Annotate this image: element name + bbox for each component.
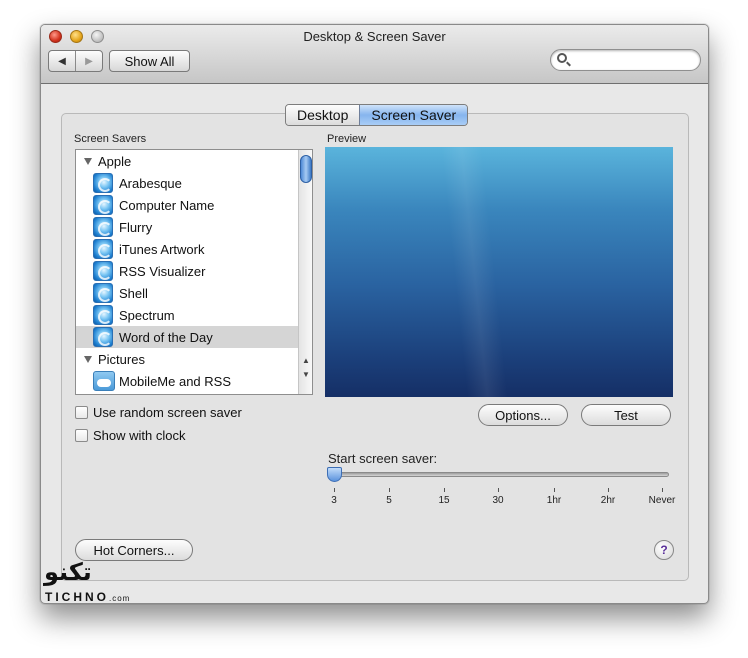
- slider-tick: [554, 488, 555, 492]
- screen-saver-icon: [93, 283, 113, 303]
- list-item-label: iTunes Artwork: [119, 241, 205, 257]
- slider-tick-label: 15: [438, 495, 450, 506]
- show-all-button[interactable]: Show All: [109, 50, 190, 72]
- slider-tick: [662, 488, 663, 492]
- screen-saver-icon: [93, 195, 113, 215]
- disclosure-triangle-icon[interactable]: [84, 157, 92, 165]
- scroll-thumb[interactable]: [300, 155, 312, 183]
- disclosure-triangle-icon[interactable]: [84, 355, 92, 363]
- list-item-label: Spectrum: [119, 307, 175, 323]
- list-item[interactable]: Arabesque: [76, 172, 298, 194]
- slider-tick: [444, 488, 445, 492]
- list-item-label: Arabesque: [119, 175, 182, 191]
- forward-arrow-icon[interactable]: ▶: [76, 51, 102, 71]
- tab-screen-saver[interactable]: Screen Saver: [359, 105, 468, 125]
- scroll-down-arrow-icon[interactable]: ▼: [299, 368, 312, 381]
- screen-saver-icon: [93, 261, 113, 281]
- screen-saver-icon: [93, 173, 113, 193]
- slider-tick-label: Never: [648, 495, 676, 506]
- test-button[interactable]: Test: [581, 404, 671, 426]
- search-icon: [557, 53, 567, 63]
- screen-saver-list[interactable]: Apple Arabesque Computer Name Flurry iTu…: [75, 149, 313, 395]
- random-screen-saver-label: Use random screen saver: [93, 405, 242, 420]
- slider-tick: [334, 488, 335, 492]
- watermark-arabic: تكنو: [44, 558, 92, 586]
- title-bar: Desktop & Screen Saver ◀ ▶ Show All: [41, 25, 708, 84]
- slider-tick-label: 1hr: [546, 495, 562, 506]
- list-item-label: Word of the Day: [119, 329, 213, 345]
- back-forward-control: ◀ ▶: [48, 50, 103, 72]
- watermark-latin: TICHNO.com: [45, 590, 131, 604]
- options-button[interactable]: Options...: [478, 404, 568, 426]
- group-label: Apple: [98, 153, 132, 169]
- hot-corners-button[interactable]: Hot Corners...: [75, 539, 193, 561]
- screen-saver-icon: [93, 327, 113, 347]
- list-item[interactable]: iTunes Artwork: [76, 238, 298, 260]
- start-screen-saver-label: Start screen saver:: [328, 451, 438, 466]
- list-item-selected[interactable]: Word of the Day: [76, 326, 298, 348]
- list-item-label: Shell: [119, 285, 148, 301]
- slider-tick: [498, 488, 499, 492]
- slider-knob[interactable]: [327, 467, 342, 482]
- screen-saver-icon: [93, 305, 113, 325]
- vertical-scrollbar[interactable]: ▲ ▼: [298, 150, 312, 394]
- scroll-up-arrow-icon[interactable]: ▲: [299, 354, 312, 367]
- slider-tick-label: 2hr: [600, 495, 616, 506]
- list-item-label: MobileMe and RSS: [119, 373, 231, 389]
- start-screen-saver-slider[interactable]: [333, 472, 669, 477]
- list-item[interactable]: MobileMe and RSS: [76, 370, 298, 392]
- group-label: Pictures: [98, 351, 145, 367]
- mobileme-cloud-icon: [93, 371, 115, 391]
- random-screen-saver-option[interactable]: Use random screen saver: [75, 405, 242, 420]
- back-arrow-icon[interactable]: ◀: [49, 51, 76, 71]
- list-item[interactable]: RSS Visualizer: [76, 260, 298, 282]
- slider-tick: [389, 488, 390, 492]
- help-icon[interactable]: ?: [654, 540, 674, 560]
- group-row-pictures[interactable]: Pictures: [76, 348, 298, 370]
- slider-tick-label: 30: [492, 495, 504, 506]
- slider-tick-label: 3: [331, 495, 337, 506]
- list-item[interactable]: Spectrum: [76, 304, 298, 326]
- show-with-clock-option[interactable]: Show with clock: [75, 428, 185, 443]
- show-with-clock-label: Show with clock: [93, 428, 186, 443]
- list-item[interactable]: Shell: [76, 282, 298, 304]
- list-item[interactable]: Computer Name: [76, 194, 298, 216]
- random-screen-saver-checkbox[interactable]: [75, 406, 88, 419]
- list-item-label: Flurry: [119, 219, 153, 235]
- window-title: Desktop & Screen Saver: [303, 29, 446, 44]
- slider-tick-label: 5: [386, 495, 392, 506]
- list-item-label: Computer Name: [119, 197, 215, 213]
- screen-saver-icon: [93, 217, 113, 237]
- screen-saver-preview: [325, 147, 673, 397]
- preview-label: Preview: [327, 133, 367, 145]
- preferences-window: Desktop & Screen Saver ◀ ▶ Show All Desk…: [40, 24, 709, 604]
- list-item-label: RSS Visualizer: [119, 263, 206, 279]
- search-field[interactable]: [550, 49, 701, 71]
- screen-savers-header: Screen Savers: [74, 133, 147, 145]
- list-item[interactable]: Flurry: [76, 216, 298, 238]
- slider-tick: [608, 488, 609, 492]
- show-with-clock-checkbox[interactable]: [75, 429, 88, 442]
- search-input[interactable]: [573, 52, 693, 68]
- tab-desktop[interactable]: Desktop: [286, 105, 360, 125]
- group-row-apple[interactable]: Apple: [76, 150, 298, 172]
- screen-saver-icon: [93, 239, 113, 259]
- tab-bar: Desktop Screen Saver: [285, 104, 469, 126]
